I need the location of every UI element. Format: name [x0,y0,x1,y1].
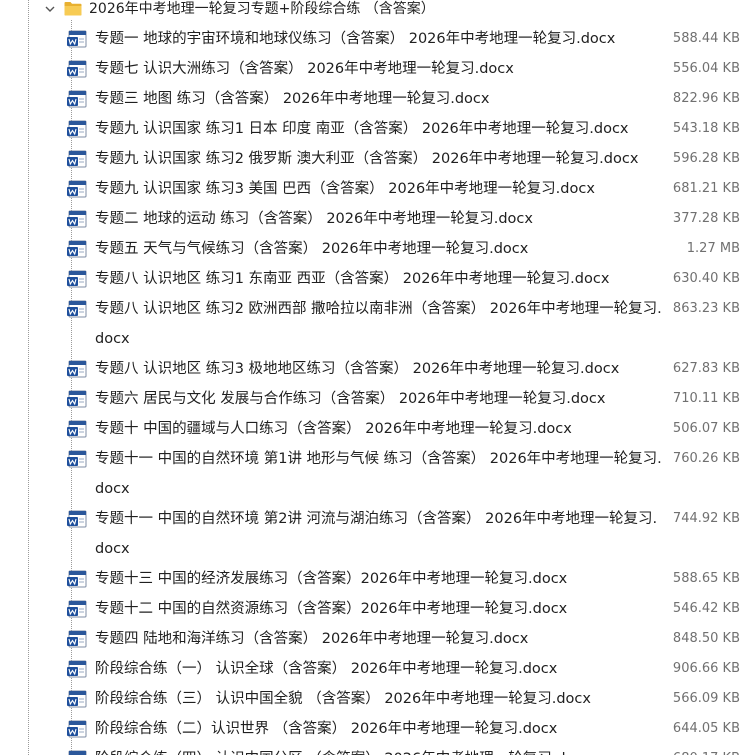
file-tree: 2026年中考地理一轮复习专题+阶段综合练 （含答案） 专题一 地球的宇宙环境和… [0,0,746,755]
file-size: 543.18 KB [672,121,740,136]
file-name: 阶段综合练（四） 认识中国分区 （含答案） 2026年中考地理一轮复习.docx [95,744,665,755]
file-size: 630.40 KB [672,271,740,286]
file-name: 阶段综合练（二）认识世界 （含答案） 2026年中考地理一轮复习.docx [95,721,558,737]
file-row[interactable]: 专题一 地球的宇宙环境和地球仪练习（含答案） 2026年中考地理一轮复习.doc… [0,24,746,54]
file-size: 681.21 KB [672,181,740,196]
file-row[interactable]: 专题九 认识国家 练习1 日本 印度 南亚（含答案） 2026年中考地理一轮复习… [0,114,746,144]
file-size: 627.83 KB [672,361,740,376]
file-row[interactable]: 专题十 中国的疆域与人口练习（含答案） 2026年中考地理一轮复习.docx 50… [0,414,746,444]
word-doc-icon [67,570,87,588]
file-size: 596.28 KB [672,151,740,166]
file-row[interactable]: 阶段综合练（一） 认识全球（含答案） 2026年中考地理一轮复习.docx 906… [0,654,746,684]
word-doc-icon [67,150,87,168]
file-name: 专题一 地球的宇宙环境和地球仪练习（含答案） 2026年中考地理一轮复习.doc… [95,31,616,47]
file-name: 专题八 认识地区 练习1 东南亚 西亚（含答案） 2026年中考地理一轮复习.d… [95,271,610,287]
word-doc-icon [67,60,87,78]
file-name: 专题九 认识国家 练习1 日本 印度 南亚（含答案） 2026年中考地理一轮复习… [95,121,629,137]
word-doc-icon [67,300,87,318]
file-row[interactable]: 专题九 认识国家 练习3 美国 巴西（含答案） 2026年中考地理一轮复习.do… [0,174,746,204]
file-size: 680.17 KB [660,744,740,755]
word-doc-icon [67,420,87,438]
file-row[interactable]: 专题六 居民与文化 发展与合作练习（含答案） 2026年中考地理一轮复习.doc… [0,384,746,414]
file-name: 专题十二 中国的自然资源练习（含答案）2026年中考地理一轮复习.docx [95,601,568,617]
word-doc-icon [68,750,87,755]
file-row[interactable]: 专题二 地球的运动 练习（含答案） 2026年中考地理一轮复习.docx 377.… [0,204,746,234]
word-doc-icon [67,120,87,138]
file-size: 566.09 KB [672,691,740,706]
file-size: 506.07 KB [672,421,740,436]
word-doc-icon [67,30,87,48]
file-name: 专题十 中国的疆域与人口练习（含答案） 2026年中考地理一轮复习.docx [95,421,572,437]
file-row[interactable]: 专题十三 中国的经济发展练习（含答案）2026年中考地理一轮复习.docx 588… [0,564,746,594]
folder-icon [64,2,82,16]
file-size: 644.05 KB [672,721,740,736]
file-row[interactable]: 专题十二 中国的自然资源练习（含答案）2026年中考地理一轮复习.docx 546… [0,594,746,624]
file-row[interactable]: 专题五 天气与气候练习（含答案） 2026年中考地理一轮复习.docx 1.27 … [0,234,746,264]
file-size: 863.23 KB [672,301,740,316]
file-name: 专题七 认识大洲练习（含答案） 2026年中考地理一轮复习.docx [95,61,514,77]
word-doc-icon [67,210,87,228]
word-doc-icon [67,720,87,738]
file-name: 专题十一 中国的自然环境 第2讲 河流与湖泊练习（含答案） 2026年中考地理一… [95,511,658,557]
file-name: 专题八 认识地区 练习3 极地地区练习（含答案） 2026年中考地理一轮复习.d… [95,361,620,377]
file-size: 848.50 KB [672,631,740,646]
file-row[interactable]: 专题九 认识国家 练习2 俄罗斯 澳大利亚（含答案） 2026年中考地理一轮复习… [0,144,746,174]
file-row[interactable]: 专题八 认识地区 练习3 极地地区练习（含答案） 2026年中考地理一轮复习.d… [0,354,746,384]
word-doc-icon [67,690,87,708]
folder-name: 2026年中考地理一轮复习专题+阶段综合练 （含答案） [89,1,435,17]
word-doc-icon [67,510,87,528]
word-doc-icon [67,630,87,648]
word-doc-icon [67,90,87,108]
file-name: 专题二 地球的运动 练习（含答案） 2026年中考地理一轮复习.docx [95,211,533,227]
file-size: 760.26 KB [672,451,740,466]
word-doc-icon [67,450,87,468]
file-name: 专题十三 中国的经济发展练习（含答案）2026年中考地理一轮复习.docx [95,571,568,587]
file-name: 专题十一 中国的自然环境 第1讲 地形与气候 练习（含答案） 2026年中考地理… [95,451,662,497]
file-size: 546.42 KB [672,601,740,616]
word-doc-icon [67,390,87,408]
word-doc-icon [67,270,87,288]
word-doc-icon [67,240,87,258]
file-row[interactable]: 阶段综合练（二）认识世界 （含答案） 2026年中考地理一轮复习.docx 644… [0,714,746,744]
file-row[interactable]: 专题八 认识地区 练习2 欧洲西部 撒哈拉以南非洲（含答案） 2026年中考地理… [0,294,746,354]
file-size: 588.44 KB [672,31,740,46]
file-name: 专题九 认识国家 练习3 美国 巴西（含答案） 2026年中考地理一轮复习.do… [95,181,595,197]
file-size: 744.92 KB [672,511,740,526]
file-size: 710.11 KB [672,391,740,406]
file-name: 专题六 居民与文化 发展与合作练习（含答案） 2026年中考地理一轮复习.doc… [95,391,606,407]
file-name: 阶段综合练（三） 认识中国全貌 （含答案） 2026年中考地理一轮复习.docx [95,691,591,707]
word-doc-icon [67,180,87,198]
file-row[interactable]: 阶段综合练（四） 认识中国分区 （含答案） 2026年中考地理一轮复习.docx… [0,744,746,755]
file-name: 专题三 地图 练习（含答案） 2026年中考地理一轮复习.docx [95,91,490,107]
file-row[interactable]: 专题七 认识大洲练习（含答案） 2026年中考地理一轮复习.docx 556.04… [0,54,746,84]
file-name: 阶段综合练（一） 认识全球（含答案） 2026年中考地理一轮复习.docx [95,661,558,677]
word-doc-icon [67,600,87,618]
file-size: 822.96 KB [672,91,740,106]
file-size: 588.65 KB [672,571,740,586]
file-row[interactable]: 专题四 陆地和海洋练习（含答案） 2026年中考地理一轮复习.docx 848.5… [0,624,746,654]
word-doc-icon [67,660,87,678]
chevron-down-icon[interactable] [43,2,57,16]
file-name: 专题四 陆地和海洋练习（含答案） 2026年中考地理一轮复习.docx [95,631,529,647]
folder-row[interactable]: 2026年中考地理一轮复习专题+阶段综合练 （含答案） [0,0,746,20]
file-size: 377.28 KB [672,211,740,226]
word-doc-icon [67,360,87,378]
file-row[interactable]: 阶段综合练（三） 认识中国全貌 （含答案） 2026年中考地理一轮复习.docx… [0,684,746,714]
file-name: 专题九 认识国家 练习2 俄罗斯 澳大利亚（含答案） 2026年中考地理一轮复习… [95,151,639,167]
file-row[interactable]: 专题八 认识地区 练习1 东南亚 西亚（含答案） 2026年中考地理一轮复习.d… [0,264,746,294]
file-row[interactable]: 专题十一 中国的自然环境 第2讲 河流与湖泊练习（含答案） 2026年中考地理一… [0,504,746,564]
file-name: 专题八 认识地区 练习2 欧洲西部 撒哈拉以南非洲（含答案） 2026年中考地理… [95,301,662,347]
file-row[interactable]: 专题三 地图 练习（含答案） 2026年中考地理一轮复习.docx 822.96 … [0,84,746,114]
file-size: 906.66 KB [672,661,740,676]
file-size: 556.04 KB [672,61,740,76]
file-row[interactable]: 专题十一 中国的自然环境 第1讲 地形与气候 练习（含答案） 2026年中考地理… [0,444,746,504]
file-size: 1.27 MB [686,241,740,256]
file-name: 专题五 天气与气候练习（含答案） 2026年中考地理一轮复习.docx [95,241,529,257]
